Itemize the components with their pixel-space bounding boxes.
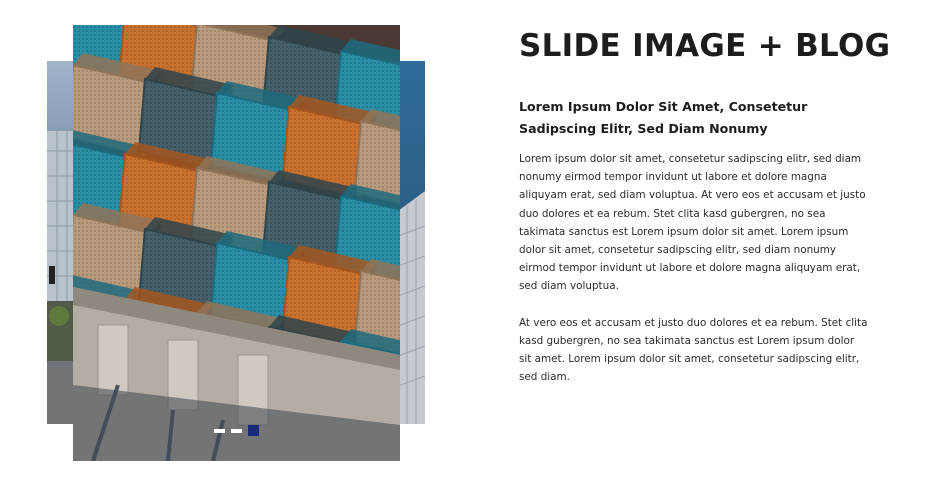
blog-content: SLIDE IMAGE + BLOG Lorem Ipsum Dolor Sit…: [519, 24, 909, 386]
grey-building-image: [398, 191, 425, 424]
next-slide-preview[interactable]: [398, 61, 425, 424]
blog-subheading: Lorem Ipsum Dolor Sit Amet, Consetetur S…: [519, 99, 808, 136]
page-title: SLIDE IMAGE + BLOG: [519, 28, 891, 64]
blog-paragraph-1: Lorem ipsum dolor sit amet, consetetur s…: [519, 153, 866, 293]
image-slider[interactable]: [0, 0, 440, 488]
slider-pagination: [214, 425, 259, 436]
active-slide[interactable]: [73, 25, 400, 461]
balcony-facade-image: [73, 25, 400, 461]
slide-dot-1[interactable]: [214, 428, 225, 433]
slide-dot-2[interactable]: [231, 428, 242, 433]
slide-dot-3[interactable]: [248, 425, 259, 436]
blog-paragraph-2: At vero eos et accusam et justo duo dolo…: [519, 316, 868, 384]
